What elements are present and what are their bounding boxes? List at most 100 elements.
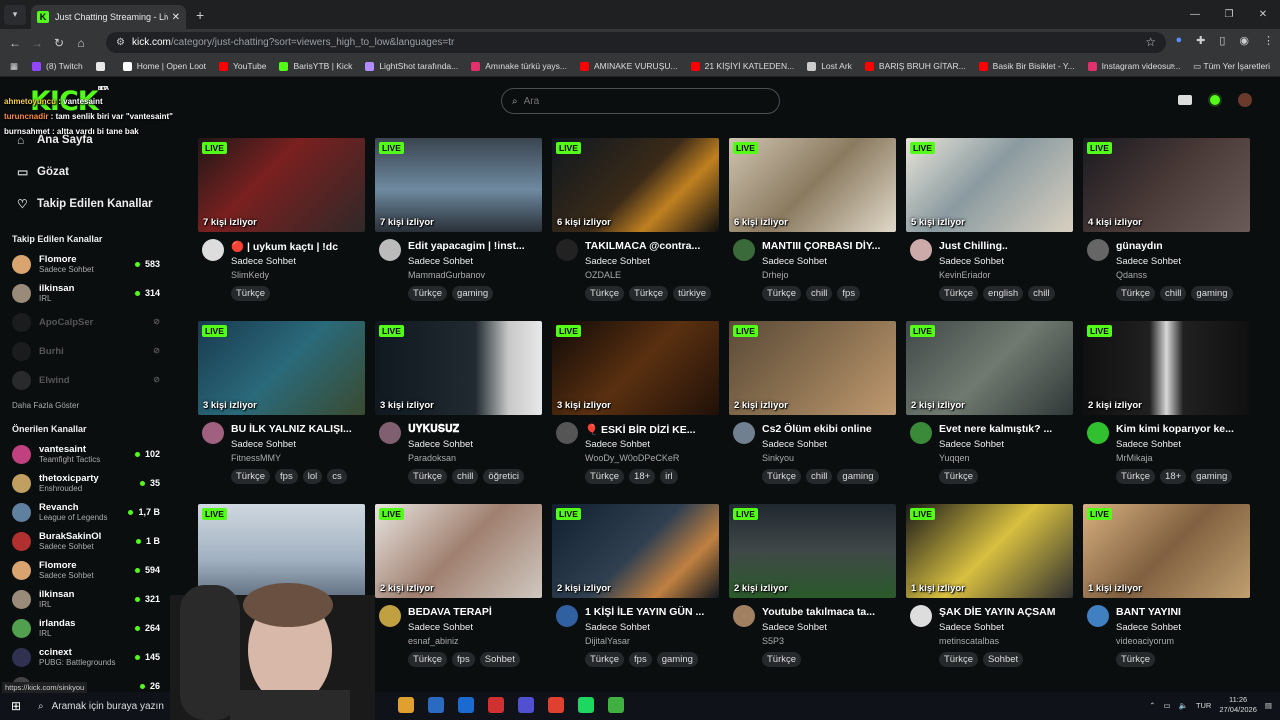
stream-category[interactable]: Sadece Sohbet: [585, 439, 650, 450]
tag-chip[interactable]: gaming: [656, 652, 698, 667]
browser-tab[interactable]: K Just Chatting Streaming - Live S ✕: [31, 5, 186, 29]
tag-chip[interactable]: Türkçe: [231, 469, 271, 484]
close-tab-icon[interactable]: ✕: [172, 12, 180, 23]
stream-card[interactable]: LIVE 2 kişi izliyor 1 KİŞİ İLE YAYIN GÜN .…: [552, 504, 719, 667]
stream-card[interactable]: LIVE 2 kişi izliyor BEDAVA TERAPİ Sadece So…: [375, 504, 542, 667]
stream-category[interactable]: Sadece Sohbet: [762, 439, 827, 450]
stream-thumbnail[interactable]: LIVE 2 kişi izliyor: [375, 504, 542, 598]
streamer-avatar[interactable]: [556, 422, 578, 444]
bookmark-item[interactable]: Instagram videosu:...: [1087, 61, 1180, 71]
tag-chip[interactable]: gaming: [1191, 286, 1233, 301]
tag-chip[interactable]: Türkçe: [585, 286, 625, 301]
sidebar-channel[interactable]: Elwind ⊘: [0, 366, 178, 395]
sidebar-channel[interactable]: thetoxicparty Enshrouded 35: [0, 469, 178, 498]
taskbar-search[interactable]: ⌕ Aramak için buraya yazın: [38, 701, 164, 712]
bookmark-item[interactable]: Home | Open Loot: [122, 61, 206, 71]
bookmark-item[interactable]: LightShot tarafında...: [365, 61, 458, 71]
streamer-avatar[interactable]: [1087, 239, 1109, 261]
tag-chip[interactable]: gaming: [837, 469, 879, 484]
sidebar-channel[interactable]: vantesaint Teamfight Tactics 102: [0, 440, 178, 469]
taskbar-app-icon[interactable]: [518, 697, 534, 713]
streamer-name[interactable]: Drhejo: [762, 270, 789, 280]
tag-chip[interactable]: Türkçe: [408, 652, 448, 667]
bookmark-star-icon[interactable]: ☆: [1145, 35, 1156, 49]
tag-chip[interactable]: Türkçe: [629, 286, 669, 301]
profile-icon[interactable]: ◉: [1239, 34, 1249, 47]
apps-grid-icon[interactable]: ▦: [10, 61, 18, 72]
bookmark-item[interactable]: 21 KİŞİYİ KATLEDEN...: [690, 61, 794, 71]
stream-category[interactable]: Sadece Sohbet: [585, 622, 650, 633]
streamer-name[interactable]: Sinkyou: [762, 453, 794, 463]
clock[interactable]: 11:26 27/04/2026: [1219, 695, 1257, 715]
tray-chevron-icon[interactable]: ⌃: [1149, 701, 1155, 710]
streamer-avatar[interactable]: [910, 605, 932, 627]
tag-chip[interactable]: Türkçe: [231, 286, 271, 301]
tag-chip[interactable]: Sohbet: [983, 652, 1024, 667]
new-tab-button[interactable]: +: [196, 7, 204, 23]
bookmark-item[interactable]: Lost Ark: [807, 61, 852, 71]
stream-title[interactable]: Cs2 Ölüm ekibi online: [762, 423, 896, 435]
sidebar-channel[interactable]: Burhi ⊘: [0, 337, 178, 366]
stream-thumbnail[interactable]: LIVE 2 kişi izliyor: [729, 321, 896, 415]
streamer-name[interactable]: MammadGurbanov: [408, 270, 485, 280]
tag-chip[interactable]: Türkçe: [939, 652, 979, 667]
sidebar-channel[interactable]: Flomore Sadece Sohbet 583: [0, 250, 178, 279]
stream-category[interactable]: Sadece Sohbet: [939, 622, 1004, 633]
notifications-icon[interactable]: ▤: [1265, 701, 1272, 710]
all-bookmarks-folder[interactable]: ▭ Tüm Yer İşaretleri: [1193, 61, 1270, 72]
bookmark-item[interactable]: BARIŞ BRUH GİTAR...: [864, 61, 966, 71]
streamer-name[interactable]: Yuqqen: [939, 453, 970, 463]
stream-category[interactable]: Sadece Sohbet: [231, 256, 296, 267]
tag-chip[interactable]: chill: [806, 469, 833, 484]
bookmark-item[interactable]: [95, 61, 110, 71]
tag-chip[interactable]: Türkçe: [762, 652, 802, 667]
sidebar-channel[interactable]: ilkinsan IRL 314: [0, 279, 178, 308]
taskbar-app-icon[interactable]: [578, 697, 594, 713]
bookmark-item[interactable]: AMINAKE VURUŞU...: [579, 61, 678, 71]
stream-thumbnail[interactable]: LIVE 2 kişi izliyor: [906, 321, 1073, 415]
tag-chip[interactable]: gaming: [1191, 469, 1233, 484]
streamer-avatar[interactable]: [556, 239, 578, 261]
stream-category[interactable]: Sadece Sohbet: [408, 622, 473, 633]
streamer-name[interactable]: DijitalYasar: [585, 636, 630, 646]
restore-button[interactable]: ❐: [1212, 0, 1246, 29]
stream-card[interactable]: LIVE 3 kişi izliyor BU İLK YALNIZ KALIŞI..…: [198, 321, 365, 484]
tag-chip[interactable]: english: [983, 286, 1024, 301]
streamer-name[interactable]: MrMikaja: [1116, 453, 1153, 463]
stream-category[interactable]: Sadece Sohbet: [939, 256, 1004, 267]
tag-chip[interactable]: chill: [1028, 286, 1055, 301]
streamer-name[interactable]: esnaf_abiniz: [408, 636, 459, 646]
streamer-avatar[interactable]: [910, 422, 932, 444]
streamer-avatar[interactable]: [379, 422, 401, 444]
streamer-avatar[interactable]: [733, 605, 755, 627]
stream-thumbnail[interactable]: LIVE 4 kişi izliyor: [1083, 138, 1250, 232]
stream-title[interactable]: günaydın: [1116, 240, 1250, 252]
streamer-avatar[interactable]: [1087, 422, 1109, 444]
stream-category[interactable]: Sadece Sohbet: [762, 622, 827, 633]
streamer-avatar[interactable]: [910, 239, 932, 261]
tag-chip[interactable]: lol: [302, 469, 323, 484]
tab-search-button[interactable]: ▾: [4, 4, 26, 25]
stream-thumbnail[interactable]: LIVE 3 kişi izliyor: [198, 321, 365, 415]
tag-chip[interactable]: chill: [1160, 286, 1187, 301]
stream-title[interactable]: BEDAVA TERAPİ: [408, 606, 542, 618]
sidebar-channel[interactable]: ApoCalpSer ⊘: [0, 308, 178, 337]
sidebar-channel[interactable]: ilkinsan IRL 321: [0, 585, 178, 614]
search-box[interactable]: ⌕: [501, 88, 780, 114]
tag-chip[interactable]: 18+: [1160, 469, 1187, 484]
streamer-name[interactable]: Qdanss: [1116, 270, 1147, 280]
stream-category[interactable]: Sadece Sohbet: [585, 256, 650, 267]
stream-title[interactable]: 🔴 | uykum kaçtı | !dc: [231, 240, 365, 253]
user-avatar[interactable]: [1238, 93, 1252, 107]
tag-chip[interactable]: chill: [452, 469, 479, 484]
stream-thumbnail[interactable]: LIVE 6 kişi izliyor: [729, 138, 896, 232]
sidebar-item-browse[interactable]: ▭ Gözat: [17, 156, 178, 188]
streamer-name[interactable]: KevinEriador: [939, 270, 991, 280]
tag-chip[interactable]: Türkçe: [585, 469, 625, 484]
streamer-name[interactable]: metinscatalbas: [939, 636, 999, 646]
language-indicator[interactable]: TUR: [1196, 701, 1211, 710]
streamer-name[interactable]: Paradoksan: [408, 453, 456, 463]
stream-category[interactable]: Sadece Sohbet: [408, 439, 473, 450]
url-bar[interactable]: ⚙ kick.com/category/just-chatting?sort=v…: [106, 32, 1166, 53]
bookmark-item[interactable]: Amınake türkü yays...: [471, 61, 567, 71]
